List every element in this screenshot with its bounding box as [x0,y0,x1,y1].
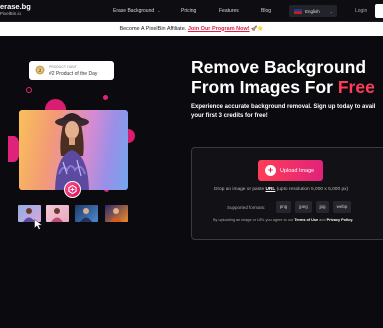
chevron-down-icon: ⌄ [329,8,333,14]
logo-title: erase.bg [0,2,31,11]
uk-flag-icon [294,8,302,14]
nav-item-label: Erase Background [113,8,155,14]
person-icon [80,208,92,222]
person-icon [110,208,122,222]
svg-text:2: 2 [38,68,41,74]
format-chip: png [276,201,291,213]
nav-erase-background[interactable]: Erase Background ⌄ [113,8,161,14]
nav-features[interactable]: Features [219,8,239,14]
title-line-1: Remove Background [191,57,367,77]
drop-instructions: Drop an image or paste URL (upto resolut… [214,187,348,192]
top-navbar: erase.bg PixelBin.io Erase Background ⌄ P… [0,0,383,22]
upload-image-button[interactable]: + Upload Image [258,160,323,181]
drop-text-suffix: (upto resolution 5,000 x 5,000 px) [275,187,349,192]
person-icon [51,208,63,222]
person-image [55,113,89,190]
affiliate-banner: Become A PixelBin Affiliate. Join Our Pr… [0,22,383,36]
badge-title: #2 Product of the Day [49,70,98,77]
decor-blob [103,95,108,100]
language-select[interactable]: English ⌄ [289,5,337,17]
title-line-2: From Images For Free [191,77,375,97]
page-title: Remove Background From Images For Free [191,57,375,97]
sample-thumbnail[interactable] [46,205,69,222]
medal-icon: 2 [35,65,45,75]
signup-button[interactable] [375,4,383,18]
demo-image [19,110,128,190]
subtitle-line-1: Experience accurate background removal. … [191,104,376,110]
erase-logo-icon [68,185,77,194]
sample-thumbnail[interactable] [75,205,98,222]
format-chip: jpeg [295,201,312,213]
title-line-2-text: From Images For [191,77,338,97]
join-program-link[interactable]: Join Our Program Now! [188,26,250,32]
format-chip: jpg [316,201,329,213]
title-accent-free: Free [337,77,375,97]
rocket-star-icon: 🚀⭐ [251,25,264,32]
terms-mid: and [318,218,327,222]
nav-blog[interactable]: Blog [261,8,271,14]
terms-notice: By uploading an image or URL you agree t… [213,218,353,222]
logo-subtitle: PixelBin.io [0,10,22,16]
paste-url-link[interactable]: URL [265,187,275,192]
subtitle-line-2: your first 3 credits for free! [191,113,268,119]
logo[interactable]: erase.bg PixelBin.io [0,3,31,16]
badge-top-text: PRODUCT HUNT [49,65,77,69]
sample-thumbnail[interactable] [105,205,128,222]
upload-button-label: Upload Image [280,167,315,174]
language-label: English [305,8,320,14]
plus-icon: + [265,165,276,176]
cursor-icon [34,219,43,230]
banner-text: Become A PixelBin Affiliate. [119,25,187,32]
product-hunt-badge[interactable]: 2 PRODUCT HUNT #2 Product of the Day [29,61,114,80]
terms-of-use-link[interactable]: Terms of Use [294,218,318,222]
page-subtitle: Experience accurate background removal. … [191,103,375,121]
chevron-down-icon: ⌄ [157,8,161,13]
drop-text-prefix: Drop an image or paste [214,187,266,192]
format-chip: webp [333,201,351,213]
privacy-policy-link[interactable]: Privacy Policy. [327,218,354,222]
login-link[interactable]: Login [355,8,367,14]
decor-ring [26,87,32,93]
nav-pricing[interactable]: Pricing [181,8,196,14]
terms-prefix: By uploading an image or URL you agree t… [213,218,295,222]
erase-logo-badge [64,181,81,198]
formats-label: Supported formats: [227,205,266,210]
